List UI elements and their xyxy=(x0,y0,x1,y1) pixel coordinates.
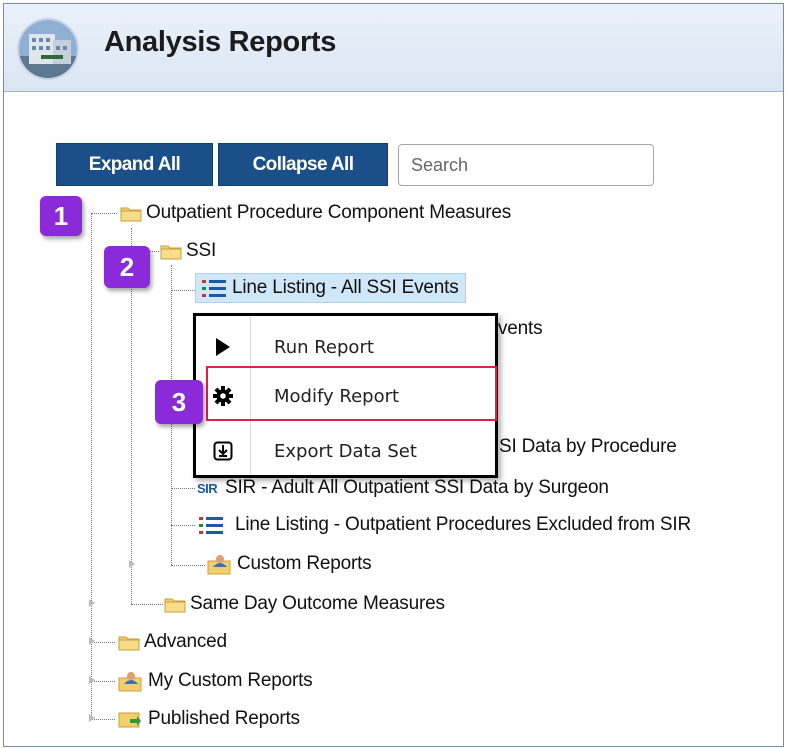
menu-item-export-data-set[interactable]: Export Data Set xyxy=(196,429,495,473)
expand-toggle-icon[interactable] xyxy=(89,676,95,684)
tree-node-label: SSI xyxy=(186,240,217,261)
step-badge-1: 1 xyxy=(40,196,82,236)
page-header: Analysis Reports xyxy=(4,4,783,92)
tree-node-label: Same Day Outcome Measures xyxy=(190,593,445,614)
page-title: Analysis Reports xyxy=(104,26,337,58)
tree-node-label: SI Data by Procedure xyxy=(499,436,677,457)
expand-toggle-icon[interactable] xyxy=(129,560,135,568)
menu-item-label: Export Data Set xyxy=(274,440,417,462)
published-folder-icon xyxy=(118,708,142,730)
folder-icon xyxy=(160,243,182,260)
tree-node-advanced[interactable]: Advanced xyxy=(118,627,227,657)
tree-node-line-listing-all-ssi[interactable]: Line Listing - All SSI Events xyxy=(195,273,466,303)
step-badge-2: 2 xyxy=(104,246,150,288)
folder-icon xyxy=(118,634,140,651)
user-folder-icon xyxy=(207,553,231,575)
menu-item-run-report[interactable]: Run Report xyxy=(196,325,495,369)
tree-node-ssi[interactable]: SSI xyxy=(160,236,216,266)
expand-toggle-icon[interactable] xyxy=(89,637,95,645)
tree-node-label: Line Listing - Outpatient Procedures Exc… xyxy=(235,514,691,535)
tree-line xyxy=(171,525,195,526)
tree-node-published-reports[interactable]: Published Reports xyxy=(118,704,300,734)
menu-item-label: Run Report xyxy=(274,336,374,358)
user-folder-icon xyxy=(118,670,142,692)
tree-node-label: SIR - Adult All Outpatient SSI Data by S… xyxy=(225,477,609,498)
tree-node-my-custom-reports[interactable]: My Custom Reports xyxy=(118,666,313,696)
step-badge-3: 3 xyxy=(155,380,203,424)
folder-icon xyxy=(120,205,142,222)
expand-all-button[interactable]: Expand All xyxy=(56,143,213,186)
tree-node-label: Advanced xyxy=(144,631,227,652)
expand-toggle-icon[interactable] xyxy=(89,599,95,607)
tree-node-custom-reports[interactable]: Custom Reports xyxy=(207,549,372,579)
tree-node-label: Outpatient Procedure Component Measures xyxy=(146,202,512,223)
modify-report-highlight xyxy=(206,366,497,421)
collapse-all-button[interactable]: Collapse All xyxy=(218,143,388,186)
tree-line xyxy=(171,290,195,291)
line-listing-icon xyxy=(200,277,228,299)
search-input[interactable] xyxy=(398,144,654,186)
tree-node-label: Line Listing - All SSI Events xyxy=(232,277,459,298)
building-logo-icon xyxy=(17,18,79,80)
play-icon xyxy=(196,337,250,357)
sir-icon: SIR xyxy=(197,480,218,496)
tree-node-outpatient[interactable]: Outpatient Procedure Component Measures xyxy=(120,198,511,228)
line-listing-icon xyxy=(197,514,225,536)
folder-icon xyxy=(164,596,186,613)
tree-node-label: vents xyxy=(498,318,543,339)
export-download-icon xyxy=(196,441,250,461)
tree-line xyxy=(91,213,117,214)
expand-toggle-icon[interactable] xyxy=(89,714,95,722)
tree-node-partial: vents xyxy=(498,314,543,344)
tree-node-line-listing-excluded[interactable]: Line Listing - Outpatient Procedures Exc… xyxy=(197,510,691,540)
tree-node-same-day[interactable]: Same Day Outcome Measures xyxy=(164,589,445,619)
tree-node-sir-procedure-partial: SI Data by Procedure xyxy=(499,432,677,462)
tree-node-label: Published Reports xyxy=(148,708,300,729)
tree-line xyxy=(131,604,163,605)
tree-node-label: Custom Reports xyxy=(237,553,372,574)
tree-node-label: My Custom Reports xyxy=(148,670,313,691)
tree-line xyxy=(171,488,195,489)
tree-line xyxy=(171,565,205,566)
